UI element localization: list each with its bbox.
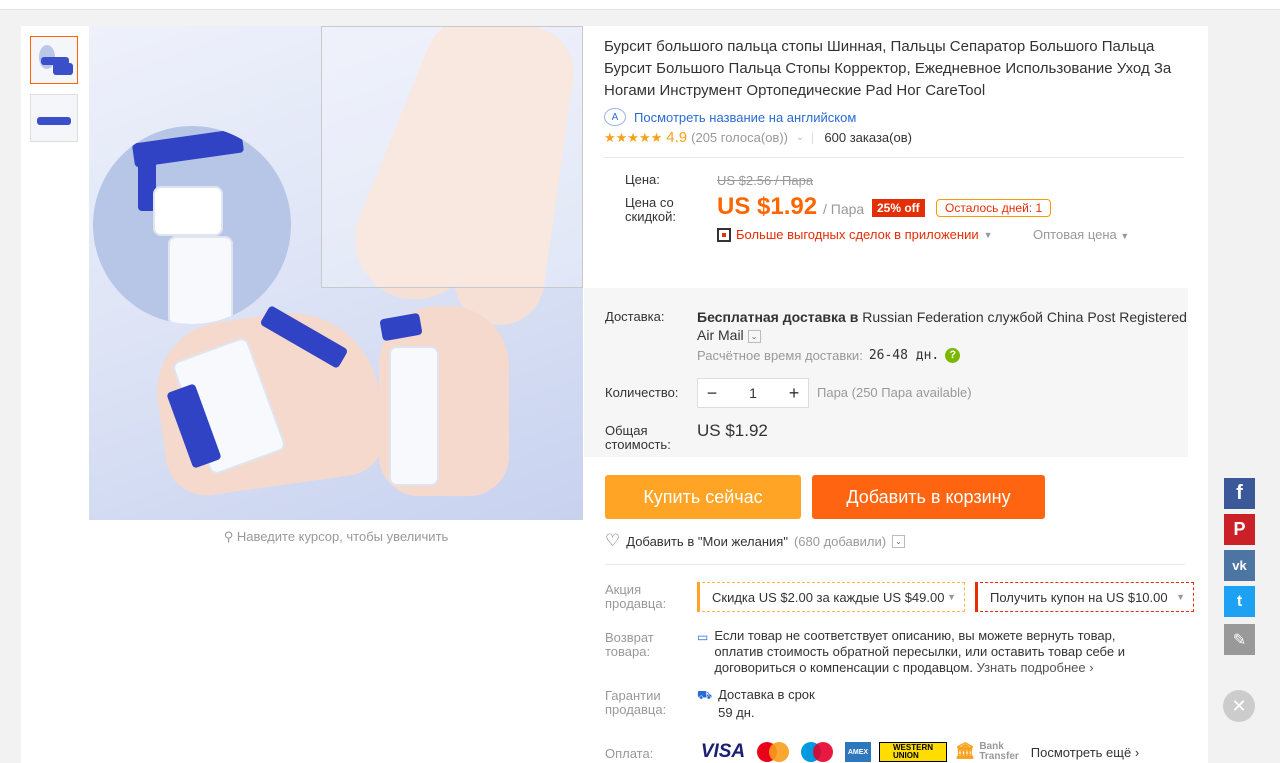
thumbnail-1[interactable] bbox=[30, 36, 78, 84]
facebook-icon[interactable]: f bbox=[1224, 478, 1255, 509]
caret-down-icon: ▼ bbox=[947, 592, 956, 602]
search-icon: ⚲ bbox=[223, 529, 237, 544]
vk-icon[interactable]: vk bbox=[1224, 550, 1255, 581]
main-product-image[interactable] bbox=[89, 26, 583, 520]
mastercard-icon bbox=[757, 742, 793, 762]
add-to-cart-button[interactable]: Добавить в корзину bbox=[812, 475, 1045, 519]
promo-label: Акция продавца: bbox=[605, 582, 667, 611]
maestro-icon bbox=[801, 742, 837, 762]
seller-discount-dropdown[interactable]: Скидка US $2.00 за каждые US $49.00 ▼ bbox=[697, 582, 965, 612]
coupon-dropdown[interactable]: Получить купон на US $10.00 ▼ bbox=[975, 582, 1194, 612]
edit-icon[interactable]: ✎ bbox=[1224, 624, 1255, 655]
payment-methods: VISA AMEX WESTERN UNION 🏛 Bank Transfer Пос… bbox=[697, 741, 1139, 762]
thumbnail-list bbox=[30, 36, 80, 152]
amex-icon: AMEX bbox=[845, 742, 871, 762]
zoom-lens bbox=[321, 26, 583, 288]
see-more-payment-link[interactable]: Посмотреть ещё › bbox=[1031, 745, 1139, 760]
actions-area: Купить сейчас Добавить в корзину ♡ Добав… bbox=[584, 26, 1208, 763]
guarantee-info: ⛟ Доставка в срок 59 дн. bbox=[697, 687, 815, 720]
visa-icon: VISA bbox=[700, 741, 746, 762]
bank-transfer-icon: 🏛 Bank Transfer bbox=[955, 741, 1019, 762]
guarantee-label: Гарантии продавца: bbox=[605, 688, 667, 717]
zoom-hint: ⚲ Наведите курсор, чтобы увеличить bbox=[223, 529, 449, 544]
top-bar bbox=[0, 0, 1280, 10]
returns-label: Возврат товара: bbox=[605, 630, 654, 659]
pinterest-icon[interactable]: P bbox=[1224, 514, 1255, 545]
western-union-icon: WESTERN UNION bbox=[879, 742, 947, 762]
learn-more-link[interactable]: Узнать подробнее › bbox=[977, 660, 1094, 675]
chevron-down-icon[interactable]: ⌄ bbox=[892, 534, 906, 548]
heart-icon: ♡ bbox=[605, 531, 621, 550]
returns-info: ▭ Если товар не соответствует описанию, … bbox=[697, 628, 1125, 675]
share-bar: f P vk t ✎ bbox=[1224, 478, 1255, 660]
wishlist-link[interactable]: ♡ Добавить в "Мои желания" (680 добавили… bbox=[605, 531, 906, 551]
return-icon: ▭ bbox=[697, 630, 709, 644]
close-icon[interactable]: ✕ bbox=[1223, 690, 1255, 722]
truck-icon: ⛟ bbox=[697, 688, 713, 702]
caret-down-icon: ▼ bbox=[1176, 592, 1185, 602]
twitter-icon[interactable]: t bbox=[1224, 586, 1255, 617]
product-card: ⚲ Наведите курсор, чтобы увеличить Бурси… bbox=[21, 26, 1208, 763]
payment-label: Оплата: bbox=[605, 746, 654, 761]
inset-circle bbox=[93, 126, 291, 324]
buy-now-button[interactable]: Купить сейчас bbox=[605, 475, 801, 519]
thumbnail-2[interactable] bbox=[30, 94, 78, 142]
